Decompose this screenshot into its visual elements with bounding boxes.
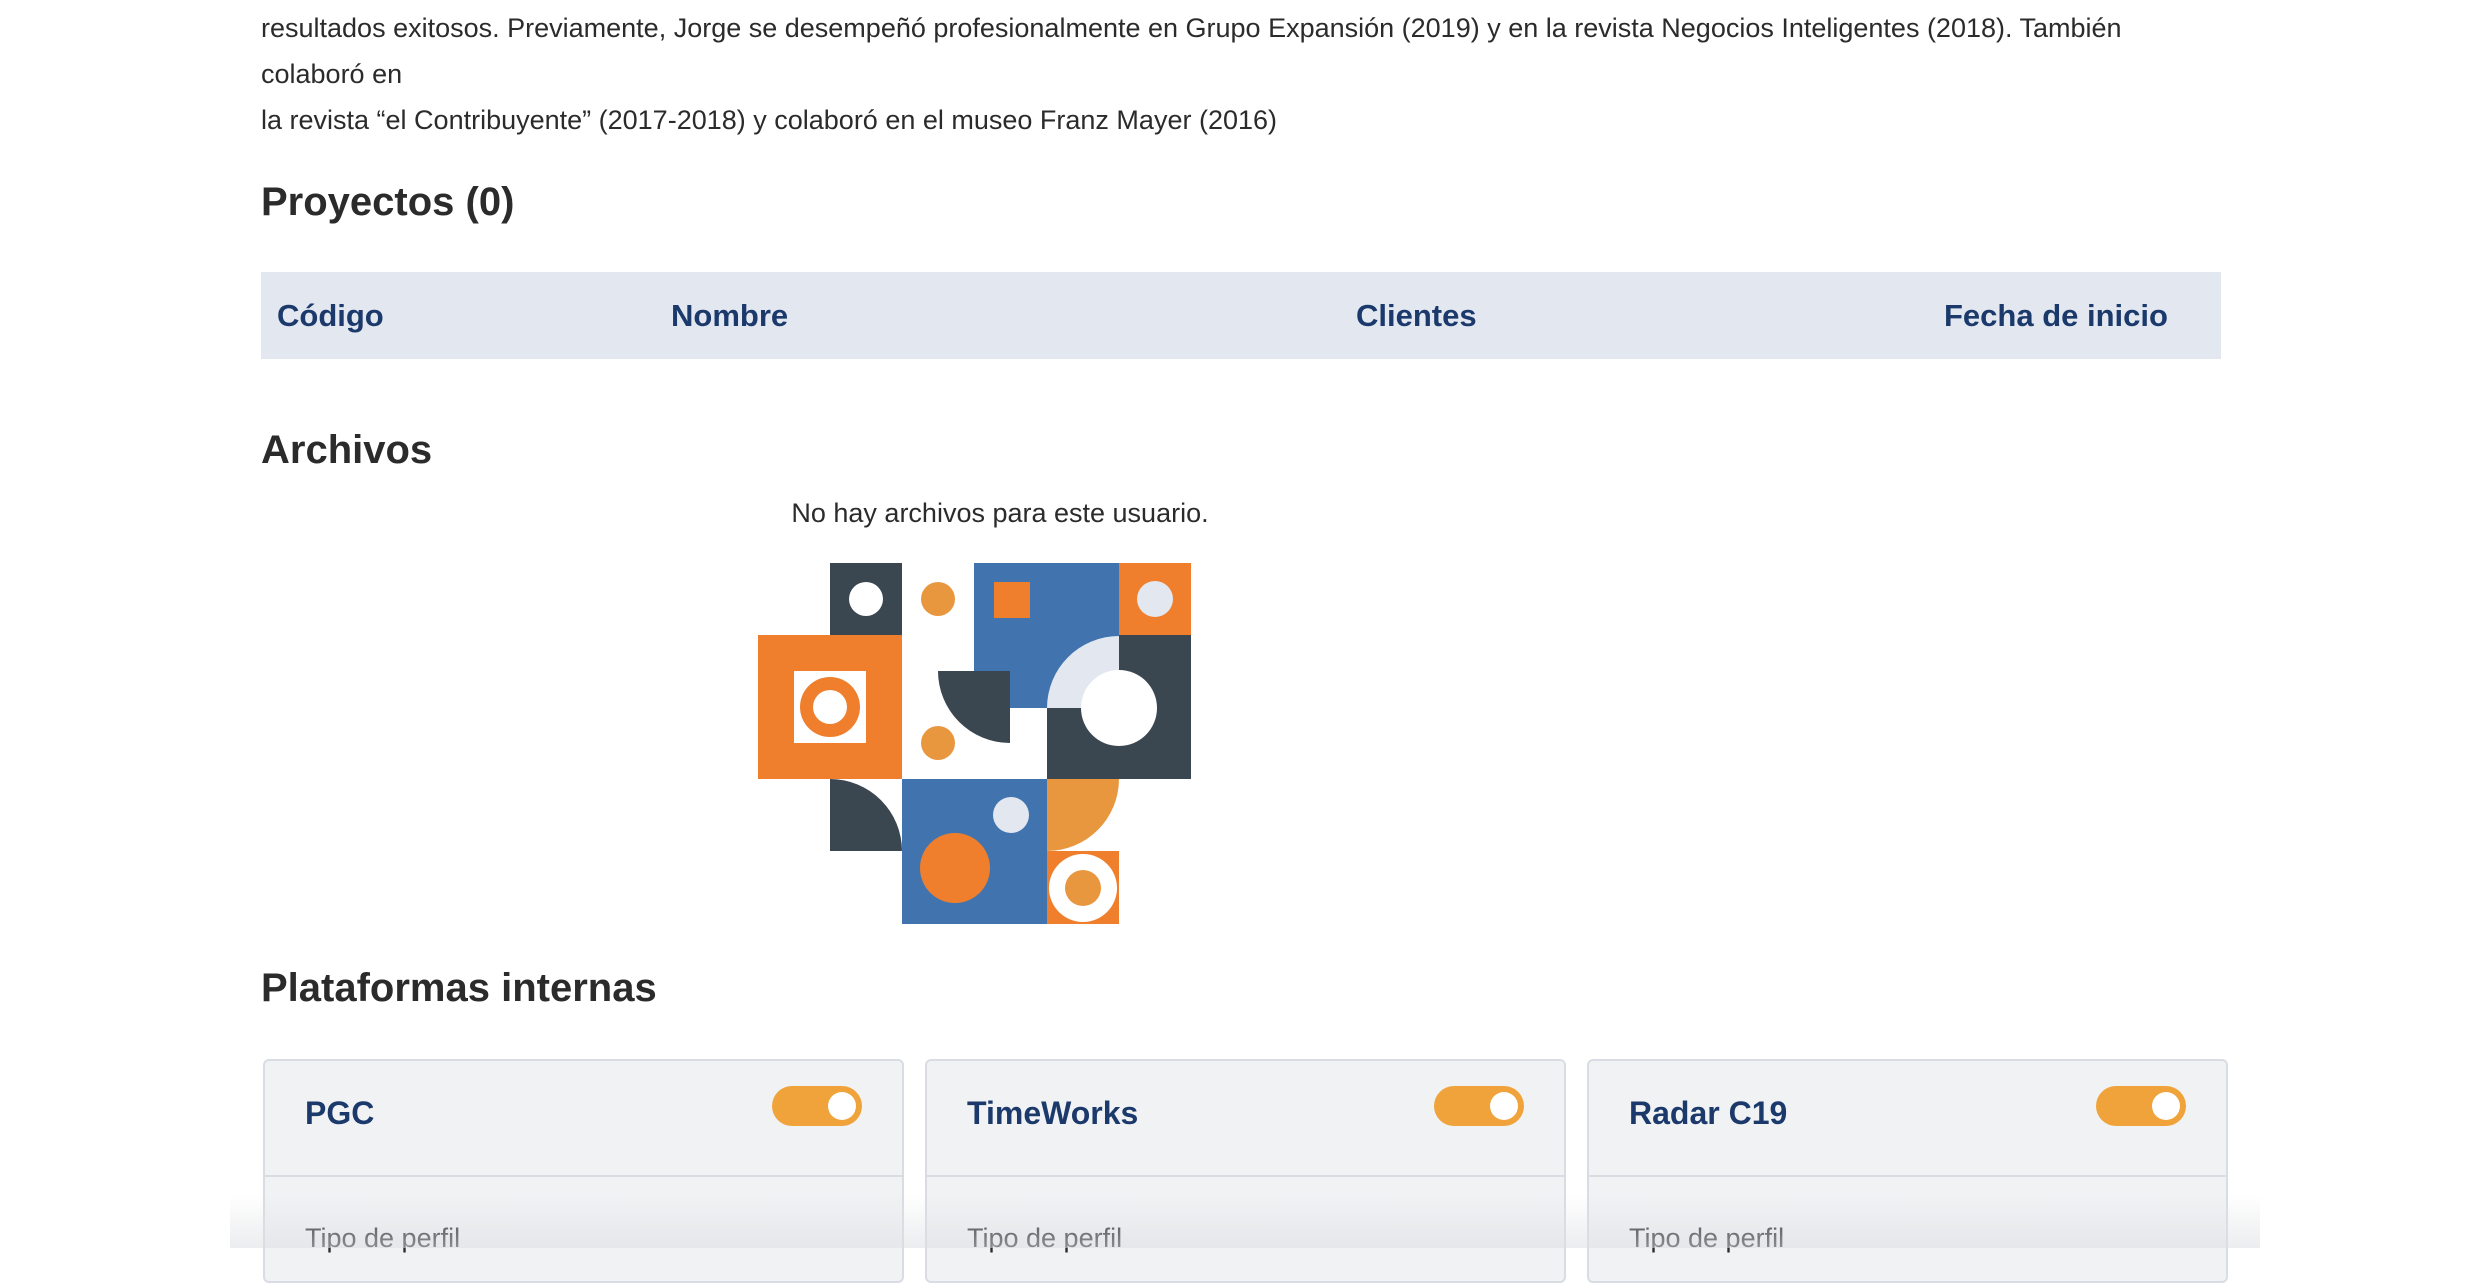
platform-card-pgc: PGC Tipo de perfil (263, 1059, 904, 1283)
profile-type-label: Tipo de perfil (1629, 1223, 1785, 1253)
platform-toggle[interactable] (1434, 1086, 1524, 1126)
column-fecha-inicio[interactable]: Fecha de inicio (1944, 298, 2168, 334)
platform-card-timeworks: TimeWorks Tipo de perfil (925, 1059, 1566, 1283)
projects-table-header: Código Nombre Clientes Fecha de inicio (261, 272, 2221, 359)
platform-card-radar-c19: Radar C19 Tipo de perfil (1587, 1059, 2228, 1283)
profile-type-label: Tipo de perfil (305, 1223, 461, 1253)
bio-line-1: resultados exitosos. Previamente, Jorge … (261, 13, 2122, 89)
bio-line-2: la revista “el Contribuyente” (2017-2018… (261, 105, 1277, 135)
toggle-knob (828, 1092, 856, 1120)
platform-card-header: PGC (265, 1061, 902, 1177)
toggle-knob (1490, 1092, 1518, 1120)
column-nombre[interactable]: Nombre (671, 298, 788, 334)
profile-content: resultados exitosos. Previamente, Jorge … (261, 0, 2221, 472)
platform-name: TimeWorks (967, 1095, 1139, 1131)
column-codigo[interactable]: Código (277, 298, 384, 334)
files-title: Archivos (261, 428, 433, 472)
platform-card-header: Radar C19 (1589, 1061, 2226, 1177)
projects-title: Proyectos (0) (261, 180, 515, 224)
platforms-title: Plataformas internas (261, 966, 657, 1010)
bio-text: resultados exitosos. Previamente, Jorge … (261, 5, 2221, 143)
empty-files-message: No hay archivos para este usuario. (791, 498, 1209, 528)
platform-card-header: TimeWorks (927, 1061, 1564, 1177)
column-clientes[interactable]: Clientes (1356, 298, 1477, 334)
platform-name: Radar C19 (1629, 1095, 1788, 1131)
empty-state-illustration (758, 563, 1191, 924)
toggle-knob (2152, 1092, 2180, 1120)
profile-type-label: Tipo de perfil (967, 1223, 1123, 1253)
platform-name: PGC (305, 1095, 375, 1131)
platform-toggle[interactable] (2096, 1086, 2186, 1126)
platform-toggle[interactable] (772, 1086, 862, 1126)
